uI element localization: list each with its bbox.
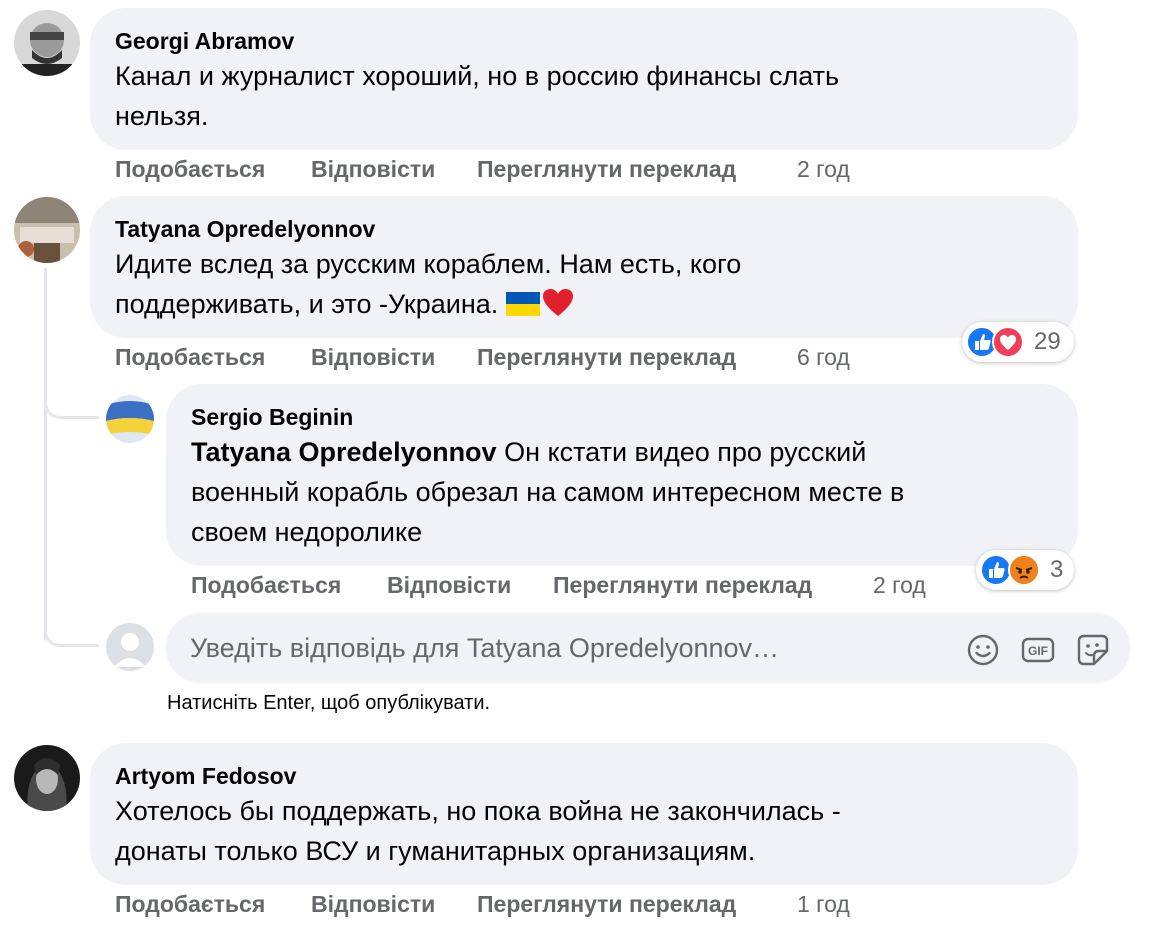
comment-bubble-artyom: Artyom Fedosov Хотелось бы поддержать, н…: [90, 743, 1078, 885]
angry-reaction-icon: [1008, 554, 1040, 586]
see-translation-button[interactable]: Переглянути переклад: [477, 156, 736, 183]
like-button[interactable]: Подобається: [115, 156, 265, 183]
default-user-icon: [106, 623, 154, 671]
heart-icon: [1000, 335, 1016, 350]
comment-text-line: Идите вслед за русским кораблем. Нам ест…: [115, 249, 742, 279]
ukraine-flag-icon: [505, 292, 540, 316]
reply-input-field[interactable]: Уведіть відповідь для Tatyana Opredelyon…: [166, 613, 1130, 683]
thread-line-branch-reply: [44, 386, 99, 419]
gif-icon[interactable]: GIF: [1021, 633, 1055, 667]
like-button[interactable]: Подобається: [191, 572, 341, 599]
avatar-georgi[interactable]: [14, 10, 80, 76]
comment-bubble-tatyana: Tatyana Opredelyonnov Идите вслед за рус…: [90, 196, 1078, 338]
comment-text-line-2: поддерживать, и это -Украина.: [115, 284, 574, 324]
thread-line-vertical: [44, 268, 47, 640]
reaction-summary[interactable]: 3: [976, 550, 1074, 590]
thread-line-branch-input: [44, 614, 99, 647]
reaction-count: 29: [1034, 328, 1061, 355]
see-translation-button[interactable]: Переглянути переклад: [553, 572, 812, 599]
comment-text-line: нельзя.: [115, 101, 209, 131]
timestamp[interactable]: 6 год: [797, 344, 850, 371]
comment-text-line: Хотелось бы поддержать, но пока война не…: [115, 796, 841, 826]
thumb-icon: [989, 562, 1005, 578]
reply-author[interactable]: Sergio Beginin: [191, 404, 353, 431]
comment-text-line: Канал и журналист хороший, но в россию ф…: [115, 61, 840, 91]
avatar-artyom-image: [14, 745, 80, 811]
reply-input-placeholder: Уведіть відповідь для Tatyana Opredelyon…: [190, 633, 780, 663]
avatar-artyom[interactable]: [14, 745, 80, 811]
publish-hint: Натисніть Enter, щоб опублікувати.: [167, 692, 491, 714]
reaction-count: 3: [1050, 556, 1064, 583]
timestamp[interactable]: 2 год: [873, 572, 926, 599]
see-translation-button[interactable]: Переглянути переклад: [477, 344, 736, 371]
like-button[interactable]: Подобається: [115, 891, 265, 918]
avatar-georgi-image: [14, 10, 80, 76]
sticker-icon[interactable]: [1076, 633, 1110, 667]
comment-text-line: донаты только ВСУ и гуманитарных организ…: [115, 836, 756, 866]
angry-face-icon: [1010, 556, 1038, 584]
avatar-tatyana-image: [14, 197, 80, 263]
reply-button[interactable]: Відповісти: [311, 344, 435, 371]
comment-bubble-georgi: Georgi Abramov Канал и журналист хороший…: [90, 8, 1078, 150]
avatar-tatyana[interactable]: [14, 197, 80, 263]
reaction-summary[interactable]: 29: [962, 322, 1074, 362]
reply-text-line: военный корабль обрезал на самом интерес…: [191, 477, 905, 507]
reply-button[interactable]: Відповісти: [311, 891, 435, 918]
reply-button[interactable]: Відповісти: [311, 156, 435, 183]
svg-text:GIF: GIF: [1028, 644, 1048, 658]
reply-text-line-1: Tatyana Opredelyonnov Он кстати видео пр…: [191, 432, 866, 472]
reply-button[interactable]: Відповісти: [387, 572, 511, 599]
comment-author[interactable]: Tatyana Opredelyonnov: [115, 216, 375, 243]
reply-bubble-sergio: Sergio Beginin Tatyana Opredelyonnov Он …: [166, 384, 1078, 566]
timestamp[interactable]: 1 год: [797, 891, 850, 918]
emoji-icon[interactable]: [966, 633, 1000, 667]
mention-link[interactable]: Tatyana Opredelyonnov: [191, 437, 497, 467]
love-reaction-icon: [992, 326, 1024, 358]
comment-author[interactable]: Artyom Fedosov: [115, 763, 296, 790]
reply-text-segment: Он кстати видео про русский: [496, 437, 867, 467]
avatar-sergio-image: [106, 395, 154, 443]
reply-text-line: своем недоролике: [191, 517, 423, 547]
comment-author[interactable]: Georgi Abramov: [115, 28, 294, 55]
comment-text-segment: поддерживать, и это -Украина.: [115, 289, 506, 319]
see-translation-button[interactable]: Переглянути переклад: [477, 891, 736, 918]
like-button[interactable]: Подобається: [115, 344, 265, 371]
avatar-sergio[interactable]: [106, 395, 154, 443]
current-user-avatar[interactable]: [106, 623, 154, 671]
timestamp[interactable]: 2 год: [797, 156, 850, 183]
red-heart-icon: [542, 289, 573, 316]
